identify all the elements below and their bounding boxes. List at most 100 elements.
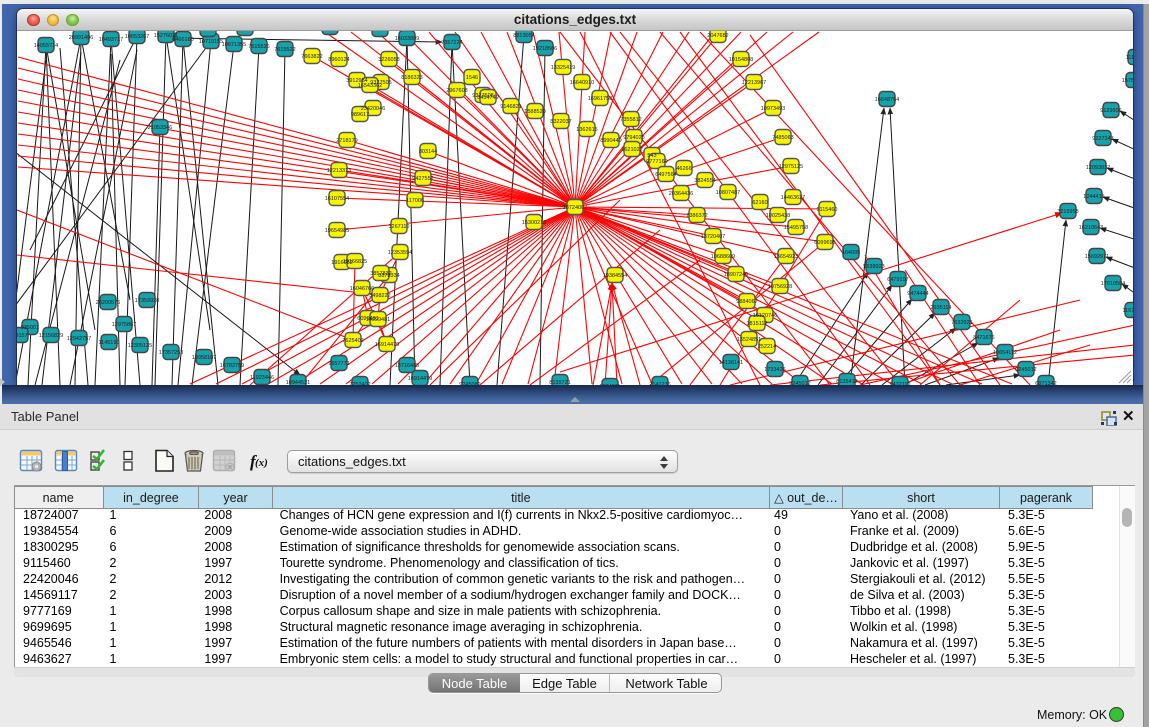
svg-text:13524851: 13524851 <box>737 337 761 343</box>
svg-text:10973493: 10973493 <box>761 106 785 112</box>
svg-text:9227343: 9227343 <box>1092 136 1113 142</box>
svg-text:9474444: 9474444 <box>907 291 928 297</box>
svg-text:19384554: 19384554 <box>603 273 627 279</box>
svg-text:117006: 117006 <box>406 198 424 204</box>
svg-text:12156829: 12156829 <box>39 333 63 339</box>
svg-text:39157: 39157 <box>17 333 28 339</box>
svg-text:9129906: 9129906 <box>1100 108 1121 114</box>
svg-text:5938923: 5938923 <box>863 264 884 270</box>
svg-text:13720407: 13720407 <box>701 234 725 240</box>
svg-text:9657771: 9657771 <box>328 361 349 367</box>
svg-text:16914479: 16914479 <box>375 342 399 348</box>
svg-text:9115460: 9115460 <box>816 207 837 213</box>
svg-text:7485063: 7485063 <box>772 135 793 141</box>
svg-text:11923446: 11923446 <box>250 375 274 381</box>
svg-text:16107554: 16107554 <box>325 196 349 202</box>
svg-text:3215958: 3215958 <box>1057 209 1078 215</box>
svg-text:1903717: 1903717 <box>197 31 218 33</box>
svg-text:7386372: 7386372 <box>686 213 707 219</box>
svg-text:1733426: 1733426 <box>764 367 785 373</box>
svg-text:7515526: 7515526 <box>248 44 269 50</box>
svg-text:16210643: 16210643 <box>1079 225 1103 231</box>
svg-text:935001: 935001 <box>21 325 39 331</box>
svg-text:6479197: 6479197 <box>887 277 908 283</box>
svg-text:19218506: 19218506 <box>533 46 557 52</box>
svg-text:9146821: 9146821 <box>500 104 521 110</box>
svg-text:12213967: 12213967 <box>742 80 766 86</box>
svg-text:62160: 62160 <box>752 200 767 206</box>
svg-text:15495758: 15495758 <box>784 225 808 231</box>
svg-text:1244415: 1244415 <box>1083 194 1104 200</box>
svg-text:10756928: 10756928 <box>768 284 792 290</box>
svg-text:12305135: 12305135 <box>128 343 152 349</box>
svg-text:14463627: 14463627 <box>781 195 805 201</box>
svg-text:16046766: 16046766 <box>350 286 374 292</box>
svg-text:7625402: 7625402 <box>342 338 363 344</box>
svg-text:2718179: 2718179 <box>336 138 357 144</box>
svg-text:17010504: 17010504 <box>1101 281 1125 287</box>
svg-text:8454749: 8454749 <box>477 95 498 101</box>
svg-text:20991406: 20991406 <box>69 35 93 41</box>
svg-text:8990449: 8990449 <box>600 138 621 144</box>
svg-text:15300213: 15300213 <box>522 220 546 226</box>
svg-text:6466160: 6466160 <box>172 37 193 43</box>
svg-text:16543362: 16543362 <box>358 83 382 89</box>
svg-text:1167534: 1167534 <box>1122 308 1133 314</box>
svg-text:10671355: 10671355 <box>222 42 246 48</box>
svg-text:20364436: 20364436 <box>669 191 693 197</box>
svg-text:16120746: 16120746 <box>753 313 777 319</box>
svg-text:10493717: 10493717 <box>99 37 123 43</box>
svg-text:13325419: 13325419 <box>551 65 575 71</box>
svg-text:17359928: 17359928 <box>135 298 159 304</box>
svg-text:1546: 1546 <box>466 75 478 81</box>
svg-text:803144: 803144 <box>419 149 437 155</box>
svg-text:10653267: 10653267 <box>125 34 149 40</box>
svg-text:9427552: 9427552 <box>412 176 433 182</box>
svg-text:(x): (x) <box>255 457 268 469</box>
svg-text:10719155: 10719155 <box>199 39 223 45</box>
svg-text:2967608: 2967608 <box>446 88 467 94</box>
svg-text:21053346: 21053346 <box>148 125 172 131</box>
svg-text:12975867: 12975867 <box>112 322 136 328</box>
svg-text:20200576: 20200576 <box>96 300 120 306</box>
svg-text:9794028: 9794028 <box>623 135 644 141</box>
svg-text:8813054: 8813054 <box>513 33 534 39</box>
svg-text:16782759: 16782759 <box>220 363 244 369</box>
svg-text:989617: 989617 <box>351 112 369 118</box>
svg-text:1588520: 1588520 <box>524 109 545 115</box>
svg-text:3824554: 3824554 <box>694 178 715 184</box>
svg-text:252214: 252214 <box>758 344 776 350</box>
svg-text:12975125: 12975125 <box>779 164 803 170</box>
svg-text:8322037: 8322037 <box>550 119 571 125</box>
svg-text:9884067: 9884067 <box>736 299 757 305</box>
svg-text:10654112: 10654112 <box>993 350 1017 356</box>
svg-text:8186323: 8186323 <box>401 75 422 81</box>
svg-text:16914479: 16914479 <box>408 376 432 382</box>
svg-text:2047682: 2047682 <box>707 33 728 39</box>
svg-text:6099695: 6099695 <box>814 240 835 246</box>
svg-text:7355812: 7355812 <box>620 117 641 123</box>
svg-text:12942757: 12942757 <box>67 336 91 342</box>
svg-text:18724007: 18724007 <box>563 205 587 211</box>
svg-text:1145190: 1145190 <box>98 340 119 346</box>
svg-text:1815112: 1815112 <box>746 321 767 327</box>
svg-text:13654923: 13654923 <box>774 254 798 260</box>
svg-text:8960124: 8960124 <box>328 57 349 63</box>
svg-text:3267110: 3267110 <box>388 224 409 230</box>
svg-text:7632621: 7632621 <box>951 320 972 326</box>
svg-text:15692971: 15692971 <box>1085 254 1109 260</box>
svg-text:6497564: 6497564 <box>655 172 676 178</box>
svg-text:7663822: 7663822 <box>301 54 322 60</box>
svg-text:1362615: 1362615 <box>576 127 597 133</box>
svg-text:10653267: 10653267 <box>233 31 257 32</box>
svg-text:12353594: 12353594 <box>388 250 412 256</box>
svg-text:14136141: 14136141 <box>719 360 743 366</box>
svg-text:7357224: 7357224 <box>441 40 462 46</box>
svg-text:12093832: 12093832 <box>1086 165 1110 171</box>
svg-text:16648764: 16648764 <box>875 97 899 103</box>
svg-text:3857832: 3857832 <box>370 271 391 277</box>
svg-text:16961758: 16961758 <box>588 96 612 102</box>
svg-text:18907249: 18907249 <box>724 272 748 278</box>
svg-text:10958107: 10958107 <box>192 355 216 361</box>
svg-text:17357253: 17357253 <box>159 350 183 356</box>
